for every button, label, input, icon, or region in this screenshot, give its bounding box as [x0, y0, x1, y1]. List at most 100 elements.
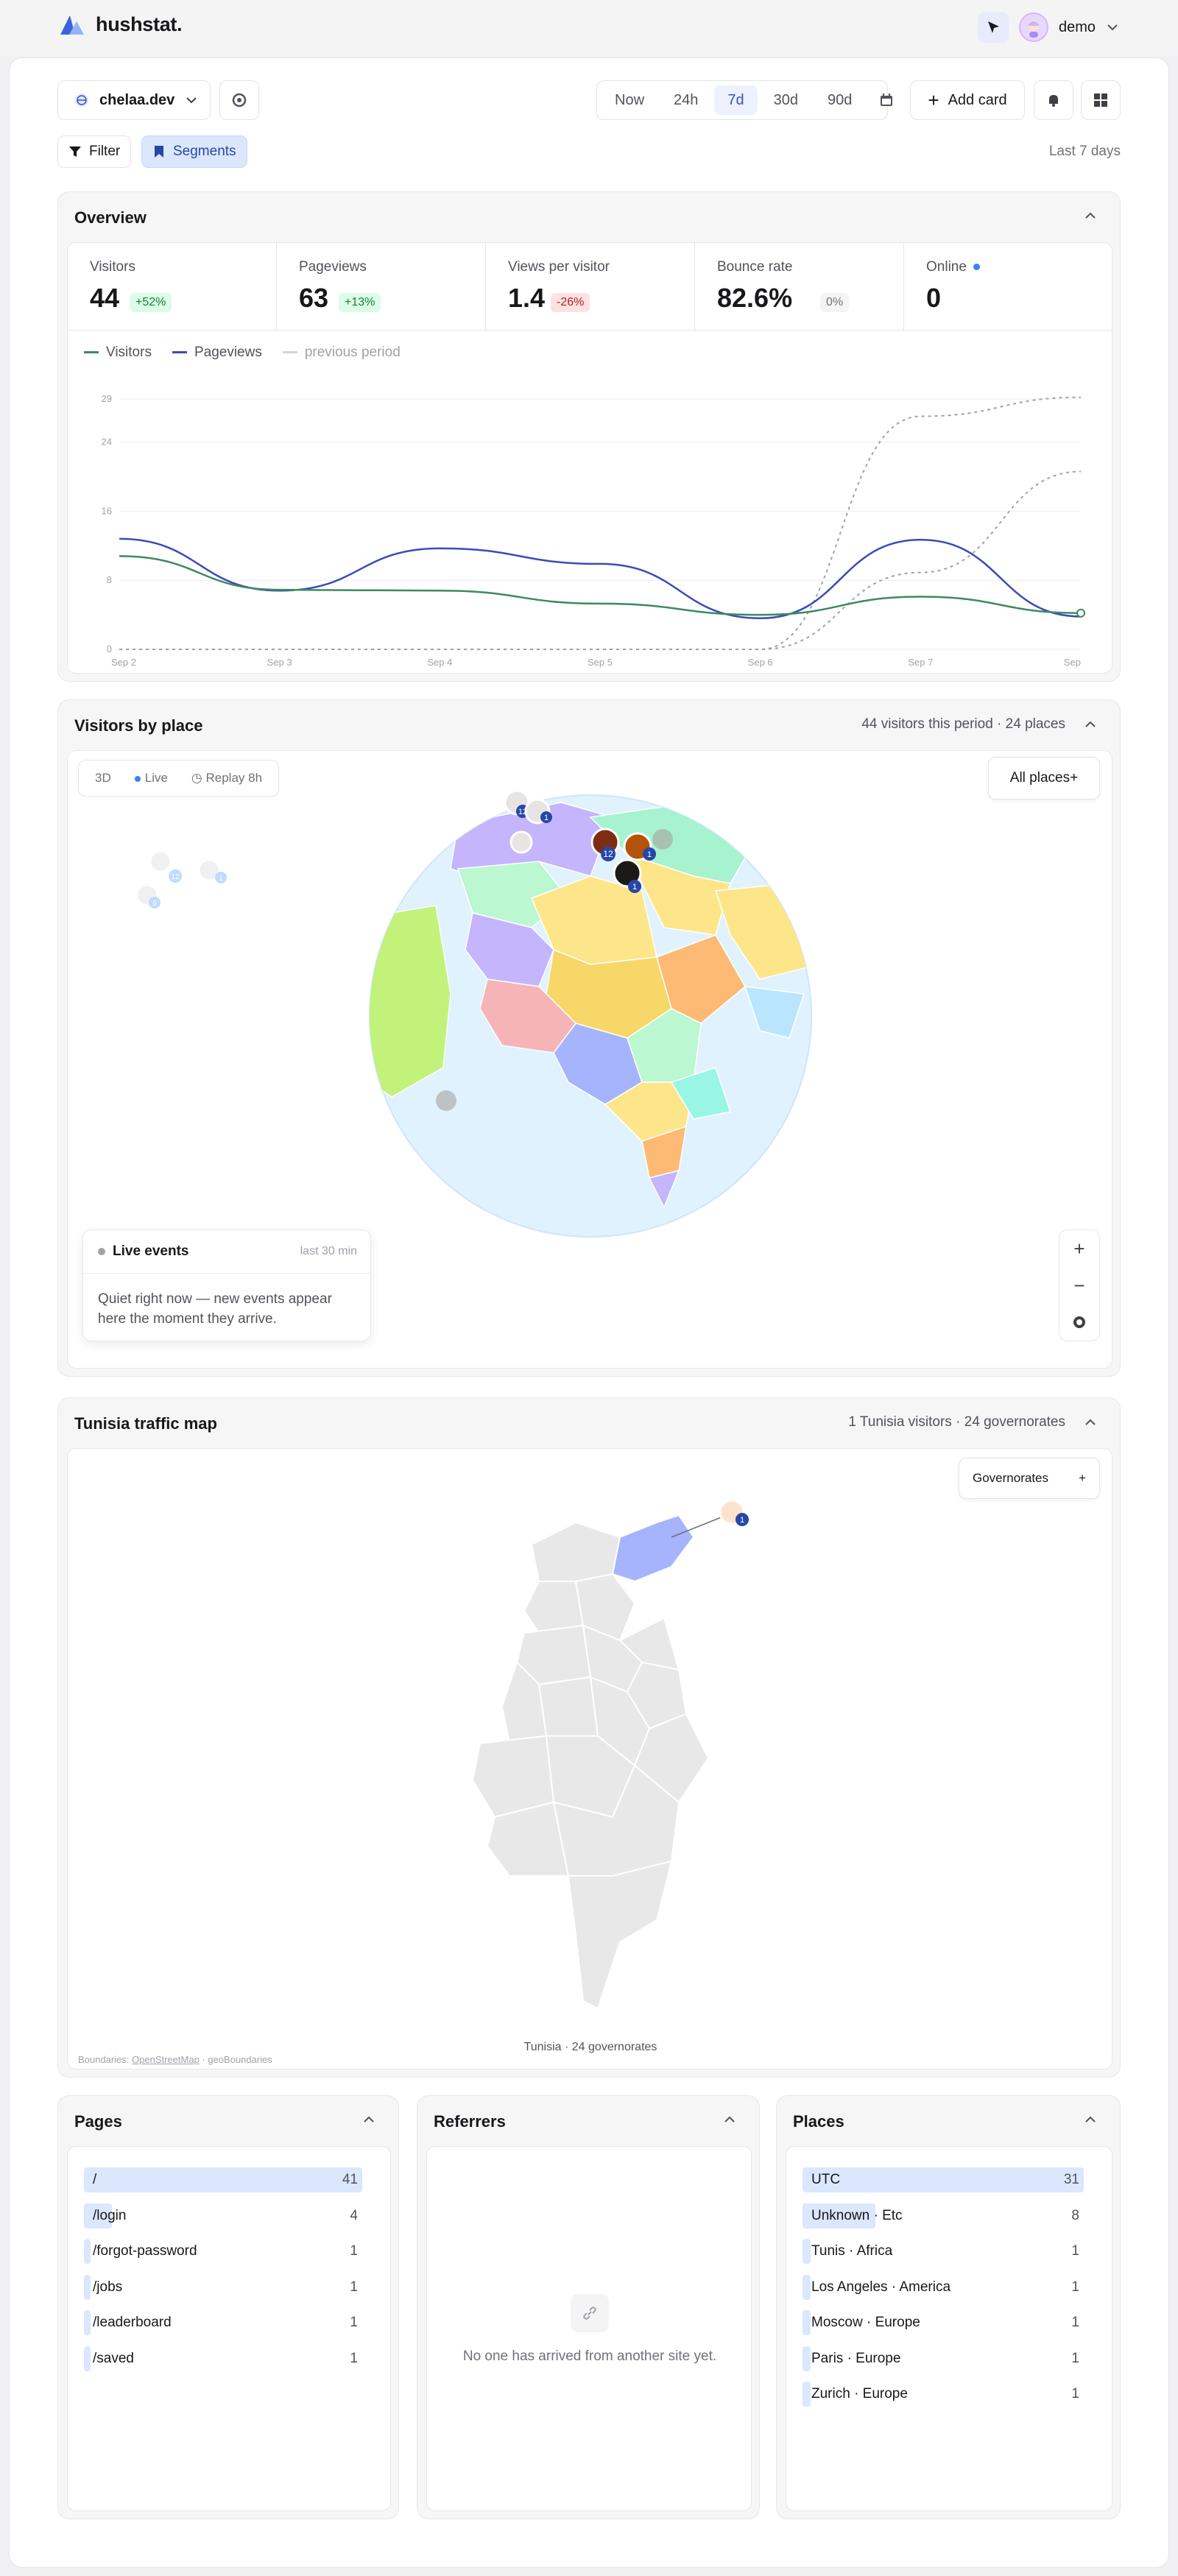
bookmark-icon	[155, 146, 163, 158]
notifications-button[interactable]	[1034, 80, 1073, 120]
attribution-prefix: Boundaries:	[78, 2054, 130, 2065]
legend-previous-period[interactable]: previous period	[282, 345, 401, 361]
list-item[interactable]: /saved 1	[84, 2346, 362, 2371]
chevron-up-icon[interactable]	[1083, 208, 1098, 223]
top-bar: hushstat. demo	[0, 0, 1178, 56]
x-tick-label: Sep 2	[111, 657, 136, 668]
filter-button[interactable]: Filter	[57, 135, 132, 168]
live-events-window: last 30 min	[300, 1245, 357, 1257]
marker-count: 1	[544, 814, 549, 822]
stat-bounce-rate[interactable]: Bounce rate 82.6% 0%	[695, 243, 904, 330]
visitors-by-place-card: Visitors by place 44 visitors this perio…	[57, 699, 1121, 1377]
range-24h[interactable]: 24h	[660, 85, 711, 115]
osm-link[interactable]: OpenStreetMap	[132, 2054, 200, 2065]
recenter-button[interactable]	[1059, 1304, 1099, 1341]
place-label: UTC	[811, 2172, 841, 2187]
list-item[interactable]: Unknown · Etc 8	[803, 2203, 1084, 2229]
tunisia-map-panel: Governorates + 1 Tunisia · 24 governorat…	[67, 1448, 1112, 2069]
mode-replay[interactable]: ◷ Replay 8h	[180, 771, 274, 786]
list-item[interactable]: Paris · Europe 1	[803, 2346, 1084, 2371]
list-item[interactable]: Moscow · Europe 1	[803, 2310, 1084, 2335]
online-dot-icon	[973, 264, 981, 271]
list-item[interactable]: /login 4	[84, 2203, 362, 2229]
list-item[interactable]: /jobs 1	[84, 2274, 362, 2300]
page-label: /leaderboard	[93, 2315, 172, 2330]
chevron-down-icon[interactable]	[1106, 21, 1119, 34]
cursor-mode-button[interactable]	[977, 12, 1009, 43]
divider	[83, 1273, 370, 1274]
mode-3d[interactable]: 3D	[83, 771, 123, 786]
add-card-button[interactable]: + Add card	[910, 80, 1025, 120]
all-places-button[interactable]: All places+	[988, 757, 1100, 800]
list-item[interactable]: Los Angeles · America 1	[803, 2274, 1084, 2300]
range-30d[interactable]: 30d	[761, 85, 811, 115]
stat-visitors[interactable]: Visitors 44 +52%	[68, 243, 277, 330]
site-name: chelaa.dev	[99, 91, 175, 108]
legend-visitors[interactable]: Visitors	[84, 345, 152, 361]
governorate-highlight	[611, 1514, 695, 1583]
faded-markers: 12 6 1	[138, 850, 227, 908]
series-line	[119, 470, 1082, 651]
status-dot-icon	[98, 1248, 105, 1255]
attribution-suffix: · geoBoundaries	[202, 2054, 272, 2065]
layout-button[interactable]	[1081, 80, 1121, 120]
chevron-up-icon[interactable]	[361, 2112, 376, 2127]
list-item[interactable]: /leaderboard 1	[84, 2310, 362, 2335]
stat-pageviews[interactable]: Pageviews 63 +13%	[277, 243, 486, 330]
list-item[interactable]: Tunis · Africa 1	[803, 2239, 1084, 2264]
x-tick-label: Sep 5	[588, 657, 613, 668]
legend-label: Visitors	[106, 345, 152, 360]
gear-icon	[232, 93, 247, 107]
place-count: 1	[1071, 2350, 1079, 2366]
avatar[interactable]	[1018, 13, 1048, 42]
x-tick-label: Sep 3	[267, 657, 292, 668]
range-now[interactable]: Now	[602, 85, 657, 115]
place-label: Moscow · Europe	[811, 2315, 920, 2330]
page-count: 1	[350, 2279, 358, 2295]
chevron-up-icon[interactable]	[1083, 2112, 1098, 2127]
places-card: Places UTC 31 Unknown · Etc 8 Tunis · Africa…	[776, 2095, 1121, 2519]
list-item[interactable]: /forgot-password 1	[84, 2239, 362, 2264]
zoom-in-button[interactable]: +	[1059, 1230, 1099, 1267]
user-menu[interactable]: demo	[977, 12, 1119, 43]
list-item[interactable]: Zurich · Europe 1	[803, 2382, 1084, 2407]
svg-text:1: 1	[647, 850, 652, 859]
place-label: Paris · Europe	[811, 2350, 901, 2366]
svg-text:1: 1	[632, 883, 637, 892]
places-list-actions	[1083, 2112, 1098, 2127]
logo[interactable]: hushstat.	[59, 13, 183, 36]
mode-live[interactable]: Live	[123, 771, 180, 786]
list-item[interactable]: UTC 31	[803, 2167, 1084, 2192]
page-label: /forgot-password	[93, 2243, 197, 2259]
chevron-up-icon[interactable]	[1083, 717, 1098, 732]
referrers-card-actions	[722, 2112, 737, 2127]
segments-button[interactable]: Segments	[141, 135, 247, 168]
period-label: Last 7 days	[1048, 144, 1121, 159]
list-item[interactable]: / 41	[84, 2167, 362, 2192]
globe-reset-icon	[1073, 1316, 1085, 1328]
overview-title: Overview	[74, 208, 147, 227]
live-events-header: Live events	[98, 1243, 189, 1260]
tunisia-card-title: Tunisia traffic map	[74, 1414, 217, 1433]
site-selector[interactable]: chelaa.dev	[57, 80, 211, 120]
user-name[interactable]: demo	[1059, 19, 1096, 36]
x-tick-label: Sep 4	[427, 657, 452, 668]
chevron-up-icon[interactable]	[722, 2112, 737, 2127]
zoom-out-button[interactable]: −	[1059, 1267, 1099, 1304]
overview-actions	[1083, 208, 1098, 223]
stat-views-per-visitor[interactable]: Views per visitor 1.4 -26%	[486, 243, 695, 330]
range-7d[interactable]: 7d	[714, 85, 758, 115]
tunisia-map[interactable]: 1	[465, 1493, 760, 2023]
y-tick-label: 16	[102, 505, 112, 516]
site-settings-button[interactable]	[219, 80, 259, 120]
calendar-button[interactable]	[871, 85, 902, 115]
data-point	[1076, 608, 1085, 618]
cursor-icon	[987, 21, 999, 33]
app-name: hushstat.	[96, 13, 183, 35]
stat-online[interactable]: Online 0	[904, 243, 1112, 330]
globe-mode-switcher: 3D Live ◷ Replay 8h	[78, 760, 280, 797]
legend-pageviews[interactable]: Pageviews	[172, 345, 262, 361]
chevron-up-icon[interactable]	[1083, 1415, 1098, 1430]
range-90d[interactable]: 90d	[814, 85, 865, 115]
governorates-button[interactable]: Governorates +	[959, 1458, 1100, 1499]
